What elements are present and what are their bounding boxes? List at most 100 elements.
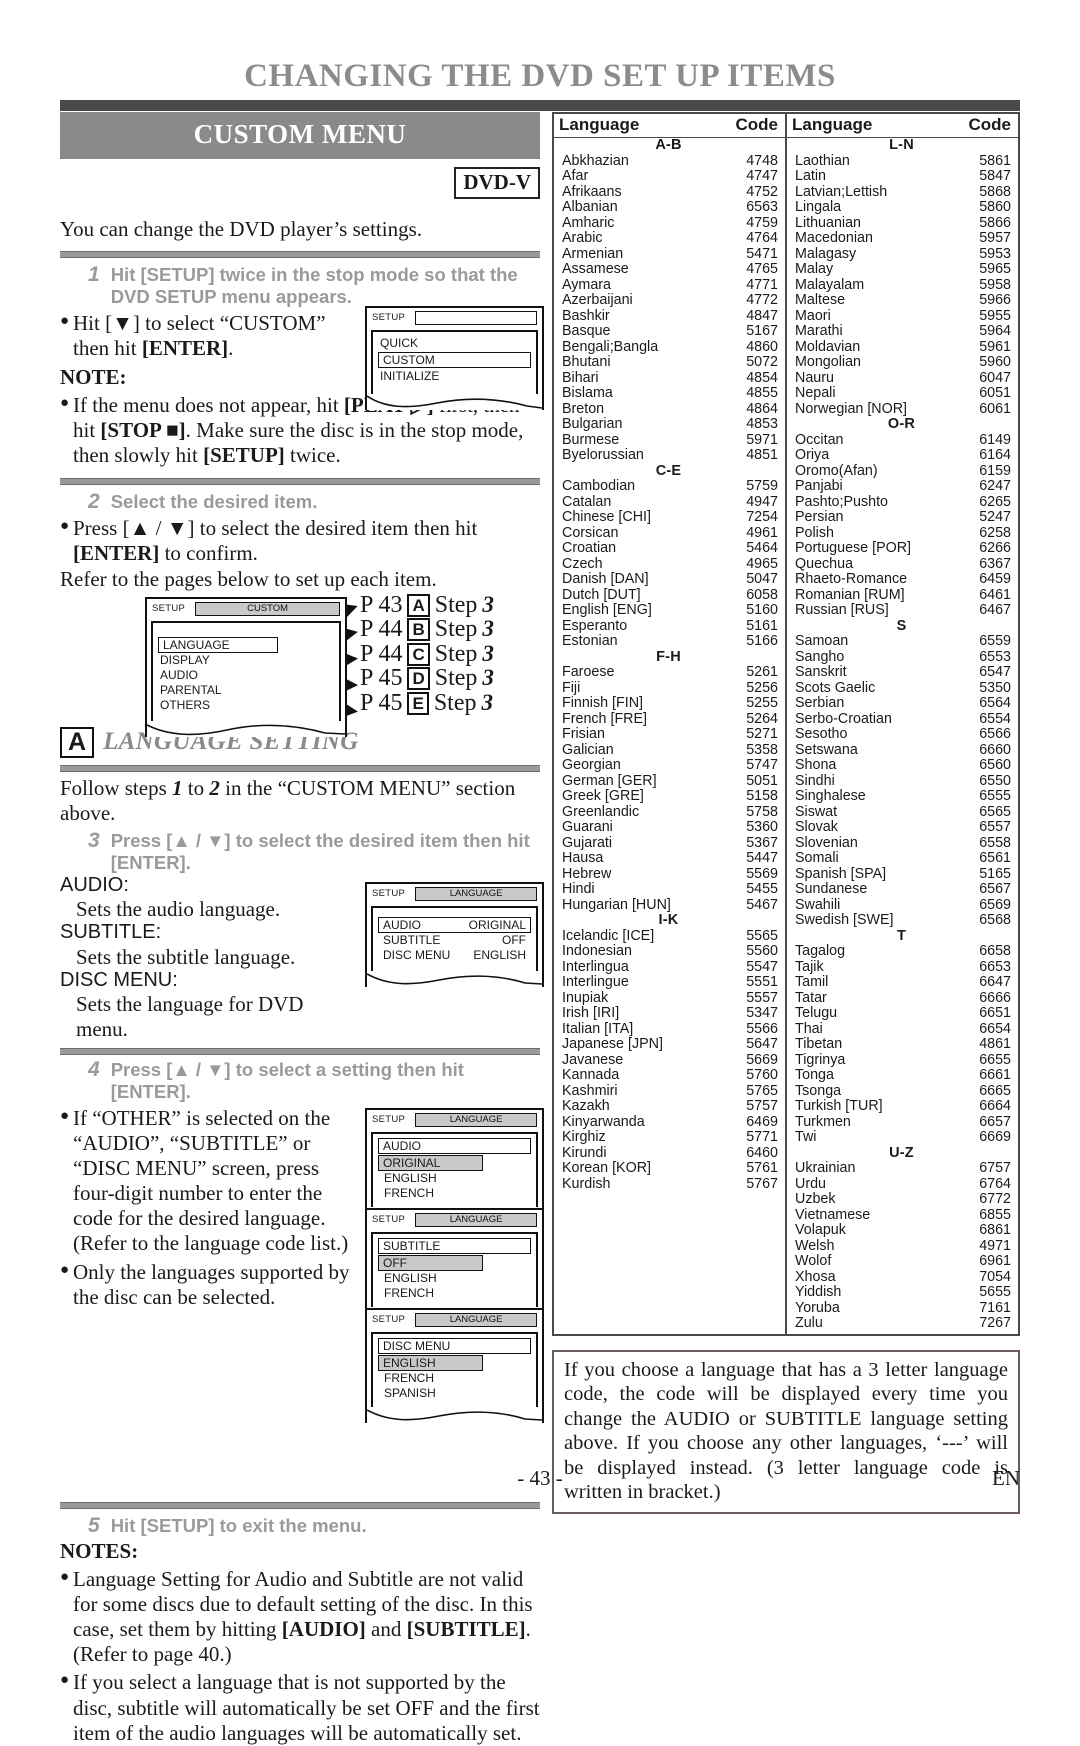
language-name: Kannada [562, 1067, 620, 1083]
language-code: 5358 [746, 741, 778, 758]
language-name: Arabic [562, 230, 603, 246]
language-mark: EN [992, 1466, 1020, 1490]
step-1: 1 Hit [SETUP] twice in the stop mode so … [88, 263, 540, 308]
language-name: Quechua [795, 555, 854, 572]
language-name: Malay [795, 261, 834, 277]
language-code: 6757 [979, 1160, 1011, 1176]
language-name: Kurdish [562, 1175, 611, 1192]
divider [60, 1047, 540, 1055]
page-ref-c-letter: C [407, 642, 430, 666]
language-code: 5953 [979, 245, 1011, 262]
osd-option-original-selected: ORIGINAL [378, 1154, 483, 1171]
language-code: 4961 [746, 524, 778, 541]
bullet-dot: ● [60, 1261, 70, 1278]
osd-head-discmenu: DISC MENU [378, 1337, 531, 1354]
table-row: Sundanese 6567 [792, 881, 1011, 898]
language-code: 5647 [746, 1036, 778, 1052]
osd-row-audio-name: AUDIO [383, 917, 422, 932]
table-row: Maori 5955 [792, 308, 1011, 325]
table-row: Urdu 6764 [792, 1176, 1011, 1193]
torn-edge-icon [367, 1408, 542, 1421]
item-discmenu-desc: Sets the language for DVD menu. [76, 992, 304, 1041]
language-name: Croatian [562, 540, 617, 556]
language-code: 4851 [746, 447, 778, 463]
language-name: Slovenian [795, 834, 858, 851]
note-1-setup-key: [SETUP] [203, 443, 285, 468]
table-row: Wolof 6961 [792, 1253, 1011, 1270]
language-code: 5072 [746, 354, 778, 370]
language-code: 7267 [979, 1315, 1011, 1331]
language-name: Kirghiz [562, 1129, 606, 1145]
language-code: 4947 [746, 493, 778, 510]
language-name: Pashto;Pushto [795, 493, 888, 510]
language-name: Amharic [562, 214, 615, 231]
language-name: Xhosa [795, 1268, 836, 1285]
language-code: 7254 [746, 509, 778, 525]
language-code: 6658 [979, 943, 1011, 959]
follow-step-2: 2 [209, 775, 220, 800]
language-name: Bihari [562, 369, 599, 386]
language-code: 5566 [746, 1020, 778, 1037]
language-name: Romanian [RUM] [795, 586, 905, 603]
language-name: Sanskrit [795, 664, 847, 680]
language-name: Telugu [795, 1005, 838, 1021]
osd-row-discmenu: DISC MENU ENGLISH [378, 948, 531, 963]
table-row: Oromo(Afan) 6159 [792, 462, 1011, 480]
torn-edge-icon [367, 973, 542, 985]
language-code: 6561 [979, 850, 1011, 866]
language-code: 5551 [746, 974, 778, 990]
table-row: Turkish [TUR] 6664 [792, 1098, 1011, 1115]
language-name: Serbo-Croatian [795, 710, 892, 727]
language-code: 5464 [746, 540, 778, 556]
osd-option-french: FRENCH [384, 1285, 434, 1300]
language-code: 6665 [979, 1082, 1011, 1099]
page-ref-c-page: P 44 [360, 640, 403, 667]
language-name: Oromo(Afan) [795, 462, 878, 479]
table-row: Slovenian 6558 [792, 834, 1011, 852]
table-row: Georgian 5747 [559, 757, 778, 774]
language-name: Singhalese [795, 788, 866, 804]
language-code: 6559 [979, 633, 1011, 649]
table-row: Assamese 4765 [559, 261, 778, 278]
item-discmenu-key: DISC MENU: [60, 968, 178, 991]
osd-item-others: OTHERS [160, 697, 211, 712]
language-code: 5966 [979, 292, 1011, 308]
table-row: Kazakh 5757 [559, 1098, 778, 1115]
language-name: Aymara [562, 276, 611, 293]
language-name: Estonian [562, 633, 618, 649]
table-row: Tagalog 6658 [792, 943, 1011, 960]
step-1-bullet-key: [ENTER] [141, 335, 229, 360]
table-row: Hindi 5455 [559, 881, 778, 898]
step-2: 2 Select the desired item. [88, 490, 540, 514]
language-name: Burmese [562, 431, 620, 448]
table-row: Malayalam 5958 [792, 277, 1011, 294]
step-5-number: 5 [88, 1514, 100, 1538]
table-row: Malay 5965 [792, 261, 1011, 278]
table-row: Somali 6561 [792, 850, 1011, 867]
language-name: Thai [795, 1020, 823, 1037]
osd-screen-language-list: SETUP LANGUAGE AUDIO ORIGINAL SUBTITLE OFF… [365, 881, 544, 987]
language-name: Hungarian [HUN] [562, 896, 671, 913]
header-language: Language [559, 115, 640, 134]
language-name: Japanese [JPN] [562, 1036, 663, 1052]
language-code: 5447 [746, 850, 778, 866]
language-name: Kinyarwanda [562, 1113, 645, 1130]
language-code: 4847 [746, 307, 778, 324]
bullet-dot: ● [60, 312, 70, 329]
note-2-audio-key: [AUDIO] [281, 1617, 366, 1642]
language-name: Afrikaans [562, 183, 622, 200]
right-column: Language Code A-B Abkhazian 4748 Afar 4747 Af… [552, 112, 1020, 1515]
language-name: Italian [ITA] [562, 1020, 634, 1037]
language-name: Shona [795, 757, 837, 773]
left-column: CUSTOM MENU DVD-V You can change the DVD… [60, 112, 544, 1746]
step-4-text: Press [▲ / ▼] to select a setting then h… [110, 1058, 464, 1102]
step-2-enter-key: [ENTER] [73, 541, 160, 566]
language-name: Inupiak [562, 989, 609, 1006]
table-row: Korean [KOR] 5761 [559, 1160, 778, 1177]
table-row: Albanian 6563 [559, 199, 778, 216]
language-code: 6554 [979, 710, 1011, 727]
osd-titlebar: SETUP LANGUAGE [367, 1110, 542, 1129]
note-1-g: twice. [284, 443, 341, 468]
language-code: 6460 [746, 1144, 778, 1161]
table-row: Laothian 5861 [792, 153, 1011, 170]
